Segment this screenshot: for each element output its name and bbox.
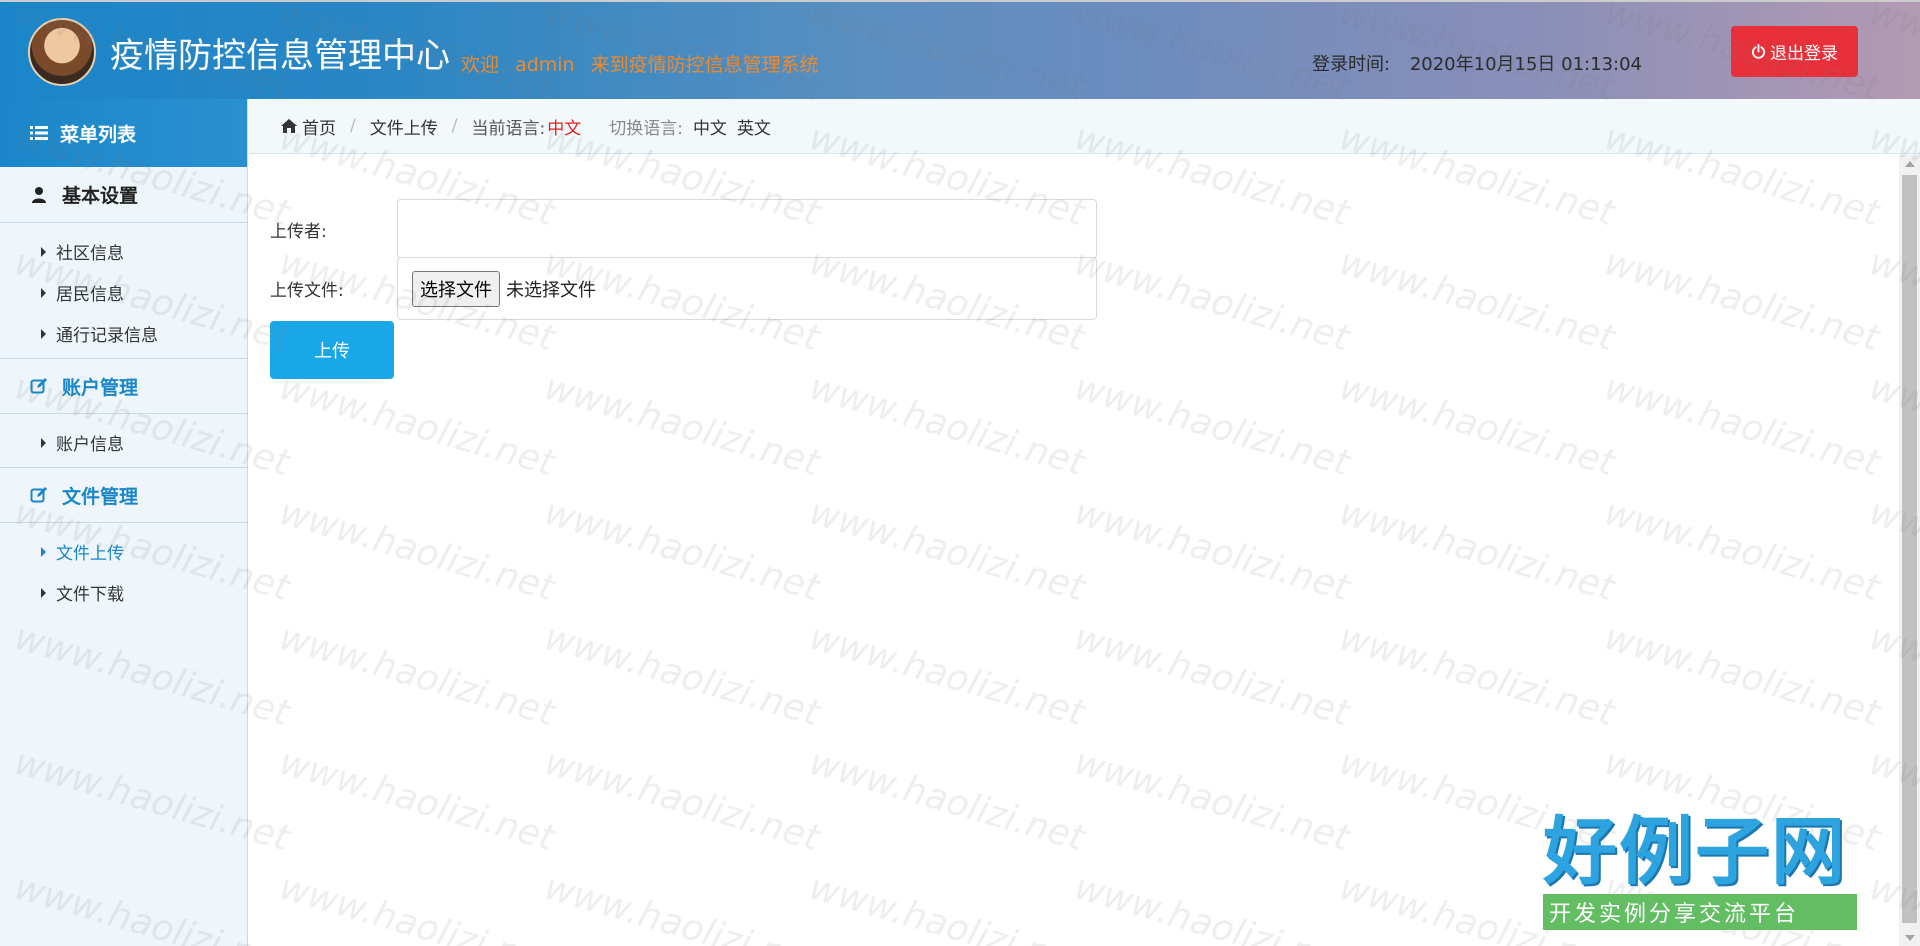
welcome-username: admin <box>515 54 575 76</box>
sidebar-item-label: 社区信息 <box>56 244 124 264</box>
sidebar-item-label: 文件下载 <box>56 585 124 605</box>
sidebar-group-label: 账户管理 <box>62 376 139 399</box>
uploader-input[interactable] <box>398 200 1096 258</box>
vertical-scrollbar[interactable] <box>1899 155 1920 946</box>
logout-label: 退出登录 <box>1770 44 1838 64</box>
sidebar-item-file-upload[interactable]: 文件上传 <box>0 531 247 572</box>
main-content: 上传者: 上传文件: 选择文件 未选择文件 上传 <box>249 155 1899 946</box>
sidebar-group-label: 基本设置 <box>62 185 139 207</box>
caret-right-icon <box>41 437 46 448</box>
current-language-label: 当前语言: <box>471 118 546 139</box>
switch-language-label: 切换语言: <box>609 118 683 139</box>
app-title: 疫情防控信息管理中心 <box>110 36 450 76</box>
breadcrumb-separator: / <box>350 116 356 136</box>
caret-right-icon <box>41 587 46 598</box>
sidebar-group-basic-settings[interactable]: 基本设置 <box>0 167 247 223</box>
login-time: 登录时间: 2020年10月15日 01:13:04 <box>1312 50 1642 76</box>
menu-title: 菜单列表 <box>60 123 137 146</box>
sidebar-item-label: 居民信息 <box>56 285 124 305</box>
sidebar-item-label: 文件上传 <box>56 544 124 564</box>
sidebar-group-items: 社区信息 居民信息 通行记录信息 <box>0 223 247 358</box>
welcome-suffix: 来到疫情防控信息管理系统 <box>590 54 819 76</box>
choose-file-button[interactable]: 选择文件 <box>412 270 500 307</box>
uploader-field-wrapper <box>397 199 1097 259</box>
login-time-value: 2020年10月15日 01:13:04 <box>1409 54 1642 75</box>
sidebar-group-items: 账户信息 <box>0 414 247 467</box>
avatar <box>28 18 96 86</box>
uploader-row: 上传者: <box>249 199 1097 259</box>
file-status: 未选择文件 <box>506 279 596 301</box>
sidebar: 菜单列表 基本设置 社区信息 居民信息 通行记录信息 账户管理 账户信息 文件管… <box>0 99 248 946</box>
file-field-wrapper: 选择文件 未选择文件 <box>397 257 1097 320</box>
user-icon <box>32 186 46 203</box>
sidebar-item-label: 账户信息 <box>56 435 124 455</box>
language-option-chinese[interactable]: 中文 <box>693 114 727 139</box>
login-time-label: 登录时间: <box>1312 54 1391 75</box>
home-icon <box>281 119 302 133</box>
sidebar-item-community-info[interactable]: 社区信息 <box>0 231 247 272</box>
power-icon <box>1751 44 1766 59</box>
sidebar-group-label: 文件管理 <box>62 485 139 508</box>
caret-right-icon <box>41 287 46 298</box>
edit-icon <box>30 487 47 503</box>
logout-button[interactable]: 退出登录 <box>1731 26 1858 77</box>
caret-right-icon <box>41 546 46 557</box>
language-option-english[interactable]: 英文 <box>737 114 771 139</box>
list-icon <box>30 125 48 141</box>
file-row: 上传文件: 选择文件 未选择文件 <box>249 257 1097 320</box>
current-language-value: 中文 <box>547 118 582 139</box>
welcome-prefix: 欢迎 <box>461 54 500 76</box>
edit-icon <box>30 378 47 394</box>
caret-right-icon <box>41 328 46 339</box>
sidebar-item-resident-info[interactable]: 居民信息 <box>0 272 247 313</box>
caret-right-icon <box>41 246 46 257</box>
breadcrumb-current: 文件上传 <box>369 118 438 139</box>
scroll-down-arrow[interactable] <box>1899 929 1920 946</box>
sidebar-item-account-info[interactable]: 账户信息 <box>0 422 247 463</box>
menu-header: 菜单列表 <box>0 99 247 167</box>
welcome-message: 欢迎 admin 来到疫情防控信息管理系统 <box>461 50 829 77</box>
breadcrumb-separator: / <box>451 116 458 136</box>
sidebar-group-file-management[interactable]: 文件管理 <box>0 467 247 523</box>
sidebar-item-file-download[interactable]: 文件下载 <box>0 572 247 613</box>
uploader-label: 上传者: <box>270 221 327 242</box>
file-label: 上传文件: <box>270 281 344 301</box>
sidebar-item-label: 通行记录信息 <box>56 326 158 346</box>
top-header: 疫情防控信息管理中心 欢迎 admin 来到疫情防控信息管理系统 登录时间: 2… <box>0 0 1920 99</box>
upload-button[interactable]: 上传 <box>270 321 394 379</box>
scroll-thumb[interactable] <box>1902 175 1917 923</box>
sidebar-item-access-records[interactable]: 通行记录信息 <box>0 313 247 354</box>
sidebar-group-items: 文件上传 文件下载 <box>0 523 247 617</box>
scroll-up-arrow[interactable] <box>1899 155 1920 172</box>
sidebar-group-account-management[interactable]: 账户管理 <box>0 358 247 414</box>
breadcrumb-home-link[interactable]: 首页 <box>302 114 336 139</box>
breadcrumb: 首页 / 文件上传 / 当前语言: 中文 切换语言: 中文 英文 <box>249 99 1920 154</box>
